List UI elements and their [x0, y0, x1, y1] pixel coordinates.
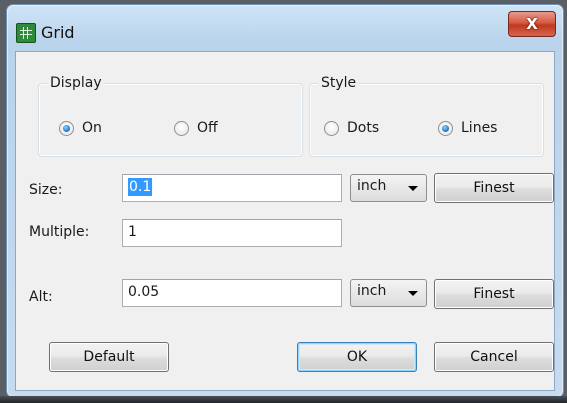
display-group: Display On Off	[38, 75, 303, 157]
display-group-label: Display	[47, 75, 105, 91]
alt-label: Alt:	[29, 289, 53, 305]
display-off-radio[interactable]: Off	[174, 120, 218, 136]
multiple-input[interactable]: 1	[122, 219, 342, 247]
radio-checked-icon	[59, 120, 74, 136]
default-button[interactable]: Default	[49, 342, 169, 372]
style-lines-label: Lines	[461, 120, 498, 136]
radio-unchecked-icon	[324, 120, 339, 136]
style-lines-radio[interactable]: Lines	[438, 120, 497, 136]
grid-app-icon	[16, 23, 36, 43]
multiple-label: Multiple:	[29, 224, 90, 240]
size-value: 0.1	[128, 178, 153, 196]
display-on-radio[interactable]: On	[59, 120, 102, 136]
style-dots-label: Dots	[347, 120, 380, 136]
title-bar[interactable]: Grid X	[7, 5, 563, 51]
radio-checked-icon	[438, 120, 453, 136]
size-finest-button[interactable]: Finest	[434, 173, 554, 203]
display-on-label: On	[82, 120, 102, 136]
alt-input[interactable]: 0.05	[122, 279, 342, 307]
window-title: Grid	[41, 23, 75, 42]
alt-finest-button[interactable]: Finest	[434, 279, 554, 309]
size-label: Size:	[29, 182, 63, 198]
size-unit-select[interactable]: inch	[350, 174, 427, 202]
dialog-client-area: Display On Off Style Dots Lines Size: 0.…	[15, 51, 555, 391]
alt-unit-value: inch	[357, 283, 387, 299]
close-button[interactable]: X	[508, 11, 556, 37]
ok-button[interactable]: OK	[297, 342, 417, 372]
size-input[interactable]: 0.1	[122, 174, 342, 202]
style-group: Style Dots Lines	[309, 75, 544, 157]
style-dots-radio[interactable]: Dots	[324, 120, 379, 136]
radio-unchecked-icon	[174, 120, 189, 136]
display-off-label: Off	[197, 120, 218, 136]
chevron-down-icon	[408, 186, 418, 191]
close-icon: X	[526, 15, 538, 33]
style-group-label: Style	[318, 75, 360, 91]
taskbar-shadow	[0, 396, 567, 403]
alt-unit-select[interactable]: inch	[350, 279, 427, 307]
grid-dialog: Grid X Display On Off Style Dots Lines S…	[6, 4, 564, 398]
cancel-button[interactable]: Cancel	[434, 342, 554, 372]
size-unit-value: inch	[357, 178, 387, 194]
chevron-down-icon	[408, 291, 418, 296]
